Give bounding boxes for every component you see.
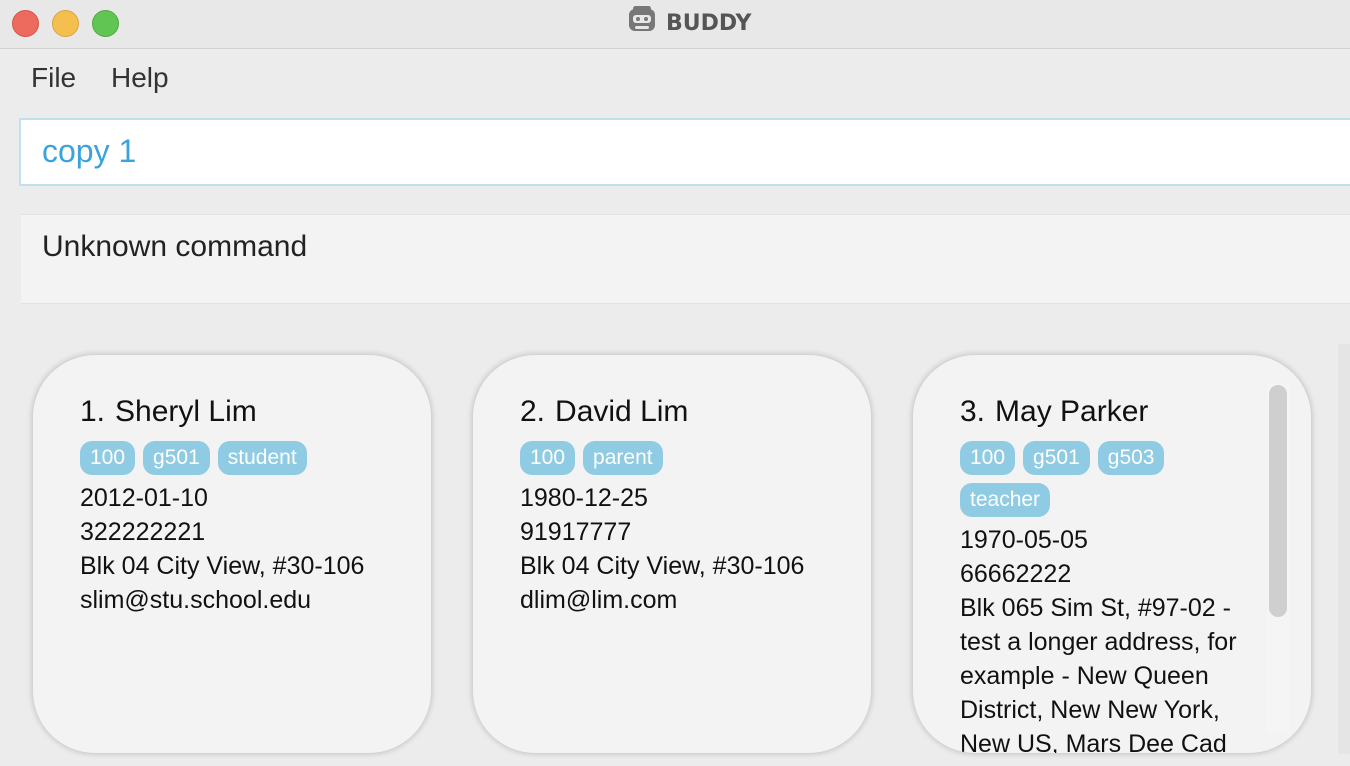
result-message: Unknown command	[42, 230, 308, 263]
command-input-value[interactable]: copy 1	[42, 133, 136, 170]
contact-card[interactable]: 2. David Lim 100 parent 1980-12-25 919177…	[473, 355, 871, 753]
contact-phone: 91917777	[520, 518, 632, 546]
title-bar: BUDDY	[0, 0, 1350, 49]
contact-title: 2. David Lim	[520, 395, 851, 429]
contact-card[interactable]: 3. May Parker 100 g501 g503 teacher 1970-…	[913, 355, 1311, 753]
app-title: BUDDY	[626, 6, 752, 40]
tag: g501	[1023, 441, 1090, 475]
app-logo-icon	[626, 4, 658, 42]
tag: parent	[583, 441, 663, 475]
maximize-window-button[interactable]	[92, 10, 119, 37]
contact-email: slim@stu.school.edu	[80, 586, 312, 614]
contact-title: 3. May Parker	[960, 395, 1241, 429]
tag-list: 100 g501 g503 teacher	[960, 441, 1241, 517]
contact-birthday: 1980-12-25	[520, 484, 648, 512]
close-window-button[interactable]	[12, 10, 39, 37]
contact-index: 1.	[80, 395, 106, 428]
contact-index: 3.	[960, 395, 986, 428]
tag: g501	[143, 441, 210, 475]
tag: g503	[1097, 441, 1165, 475]
tag: student	[217, 441, 307, 475]
tag-list: 100 g501 student	[80, 441, 411, 475]
contact-name: May Parker	[995, 395, 1149, 428]
minimize-window-button[interactable]	[52, 10, 79, 37]
contact-address: Blk 04 City View, #30-106	[520, 552, 805, 580]
contact-card[interactable]: 1. Sheryl Lim 100 g501 student 2012-01-10…	[33, 355, 431, 753]
menu-bar	[0, 50, 1350, 110]
command-input[interactable]	[19, 118, 1350, 186]
contact-phone: 66662222	[960, 560, 1072, 588]
contact-address: Blk 04 City View, #30-106	[80, 552, 365, 580]
contact-name: David Lim	[555, 395, 689, 428]
list-scrollbar[interactable]	[1338, 344, 1350, 754]
contact-title: 1. Sheryl Lim	[80, 395, 411, 429]
menu-file[interactable]: File	[31, 62, 76, 94]
app-title-text: BUDDY	[666, 10, 752, 36]
tag: 100	[960, 441, 1016, 475]
tag: 100	[520, 441, 576, 475]
tag: 100	[80, 441, 136, 475]
contact-birthday: 1970-05-05	[960, 526, 1088, 554]
contact-email: dlim@lim.com	[520, 586, 678, 614]
contact-name: Sheryl Lim	[115, 395, 257, 428]
tag-list: 100 parent	[520, 441, 851, 475]
menu-help[interactable]: Help	[111, 62, 169, 94]
contact-index: 2.	[520, 395, 546, 428]
contact-phone: 322222221	[80, 518, 206, 546]
contact-address: Blk 065 Sim St, #97-02 - test a longer a…	[960, 594, 1237, 753]
tag: teacher	[960, 483, 1051, 517]
contact-birthday: 2012-01-10	[80, 484, 208, 512]
card-scrollbar-thumb[interactable]	[1269, 385, 1287, 617]
